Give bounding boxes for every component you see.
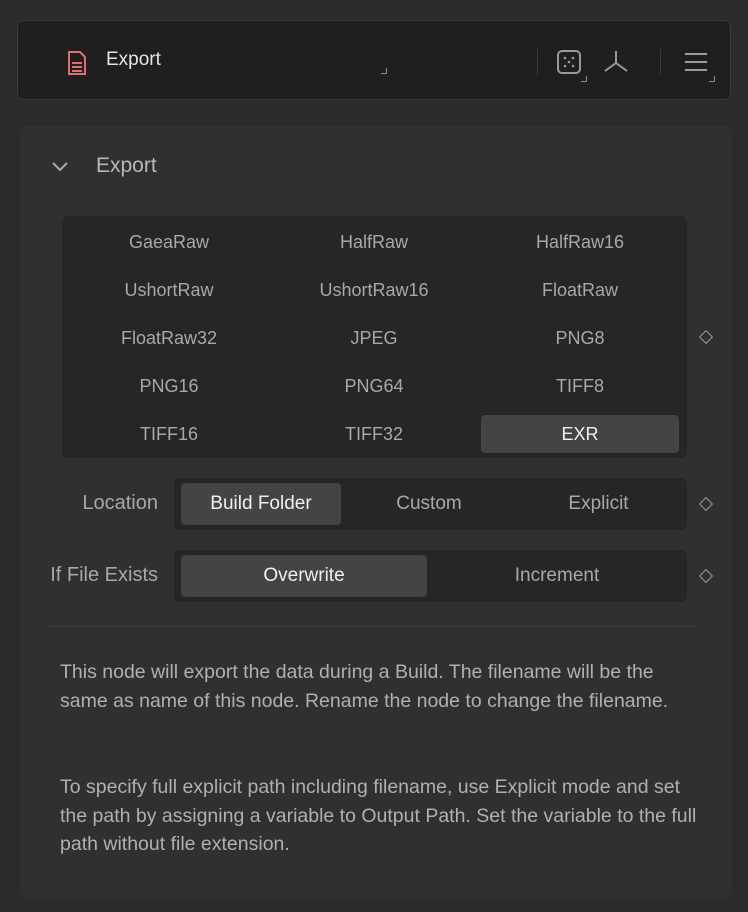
format-option-gaearaw[interactable]: GaeaRaw	[70, 223, 268, 261]
format-option-ushortraw16[interactable]: UshortRaw16	[275, 271, 473, 309]
divider	[48, 626, 696, 627]
format-option-floatraw[interactable]: FloatRaw	[481, 271, 679, 309]
location-option-build-folder[interactable]: Build Folder	[181, 483, 341, 525]
format-option-tiff32[interactable]: TIFF32	[275, 415, 473, 453]
location-option-custom[interactable]: Custom	[348, 483, 510, 525]
format-option-halfraw16[interactable]: HalfRaw16	[481, 223, 679, 261]
if-file-exists-selector: Overwrite Increment	[174, 550, 687, 602]
header-separator	[537, 49, 538, 75]
menu-button[interactable]	[683, 49, 709, 75]
grid-dots-button[interactable]	[556, 49, 582, 75]
menu-icon	[685, 53, 707, 71]
format-option-tiff8[interactable]: TIFF8	[481, 367, 679, 405]
format-option-floatraw32[interactable]: FloatRaw32	[70, 319, 268, 357]
description-paragraph-1: This node will export the data during a …	[60, 661, 669, 712]
section-title[interactable]: Export	[96, 154, 157, 178]
button-corner	[581, 76, 587, 82]
location-selector: Build Folder Custom Explicit	[174, 478, 687, 530]
format-option-halfraw[interactable]: HalfRaw	[275, 223, 473, 261]
chevron-down-icon[interactable]	[50, 160, 70, 174]
export-section: Export GaeaRaw HalfRaw HalfRaw16 UshortR…	[20, 126, 732, 900]
axis-button[interactable]	[603, 49, 629, 75]
format-option-png64[interactable]: PNG64	[275, 367, 473, 405]
description-paragraph-2: To specify full explicit path including …	[60, 776, 697, 855]
location-keyframe-diamond-icon[interactable]	[698, 496, 714, 512]
file-icon	[68, 51, 86, 75]
location-label: Location	[82, 492, 158, 514]
button-corner	[709, 76, 715, 82]
axis-icon	[604, 51, 628, 72]
format-selector: GaeaRaw HalfRaw HalfRaw16 UshortRaw Usho…	[62, 216, 687, 458]
format-keyframe-diamond-icon[interactable]	[698, 329, 714, 345]
if-file-exists-keyframe-diamond-icon[interactable]	[698, 568, 714, 584]
node-title[interactable]: Export	[106, 49, 161, 71]
if-file-exists-label: If File Exists	[50, 564, 158, 586]
header-separator	[660, 49, 661, 75]
location-option-explicit[interactable]: Explicit	[517, 483, 680, 525]
format-option-png8[interactable]: PNG8	[481, 319, 679, 357]
node-header: Export	[17, 20, 731, 100]
grid-dots-icon	[557, 50, 581, 74]
if-file-exists-option-overwrite[interactable]: Overwrite	[181, 555, 427, 597]
format-option-exr[interactable]: EXR	[481, 415, 679, 453]
format-option-ushortraw[interactable]: UshortRaw	[70, 271, 268, 309]
format-option-jpeg[interactable]: JPEG	[275, 319, 473, 357]
format-option-tiff16[interactable]: TIFF16	[70, 415, 268, 453]
title-resize-corner	[381, 68, 387, 74]
if-file-exists-option-increment[interactable]: Increment	[434, 555, 680, 597]
format-option-png16[interactable]: PNG16	[70, 367, 268, 405]
